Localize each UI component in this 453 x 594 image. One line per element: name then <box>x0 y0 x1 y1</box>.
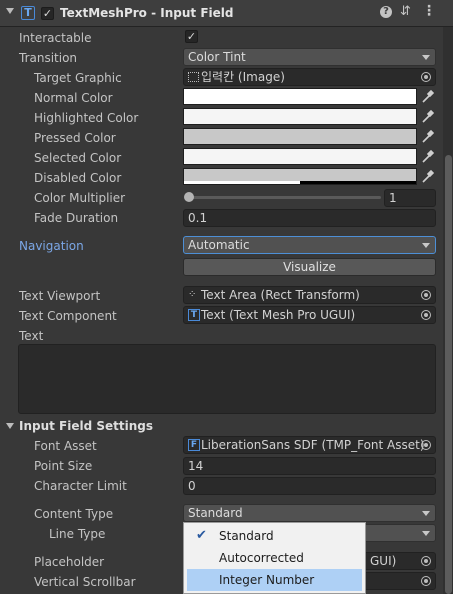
option-label: Standard <box>219 529 274 543</box>
placeholder-label: Placeholder <box>34 555 105 569</box>
navigation-label: Navigation <box>19 239 84 253</box>
transition-label: Transition <box>19 51 78 65</box>
interactable-label: Interactable <box>19 31 92 45</box>
eyedropper-icon[interactable] <box>420 169 434 185</box>
text-viewport-field[interactable]: ⁘ Text Area (Rect Transform) <box>183 286 436 304</box>
fade-duration-input[interactable]: 0.1 <box>183 209 436 227</box>
line-type-label: Line Type <box>49 527 106 541</box>
content-type-dropdown[interactable]: Standard <box>183 504 436 522</box>
navigation-value: Automatic <box>188 238 250 252</box>
object-picker-icon[interactable] <box>421 556 431 566</box>
option-label: Integer Number <box>219 573 315 587</box>
font-asset-value: LiberationSans SDF (TMP_Font Asset) <box>201 438 425 452</box>
font-asset-field[interactable]: F LiberationSans SDF (TMP_Font Asset) <box>183 436 436 454</box>
more-options-icon[interactable]: ⋮ <box>422 3 436 19</box>
point-size-input[interactable]: 14 <box>183 457 436 475</box>
normal-color-swatch[interactable] <box>183 88 417 105</box>
content-type-label: Content Type <box>34 507 114 521</box>
chevron-down-icon <box>422 511 430 516</box>
component-title: TextMeshPro - Input Field <box>60 6 234 20</box>
image-icon <box>188 72 199 82</box>
text-component-value: Text (Text Mesh Pro UGUI) <box>201 308 356 322</box>
highlighted-color-label: Highlighted Color <box>34 111 139 125</box>
placeholder-value: GUI) <box>370 554 397 568</box>
content-type-option-integer-number[interactable]: Integer Number <box>187 569 362 591</box>
textmeshpro-icon: T <box>188 309 200 321</box>
chevron-down-icon <box>422 55 430 60</box>
color-multiplier-label: Color Multiplier <box>34 191 126 205</box>
object-picker-icon[interactable] <box>421 310 431 320</box>
font-asset-icon: F <box>188 439 200 451</box>
object-picker-icon[interactable] <box>421 440 431 450</box>
color-multiplier-slider-track[interactable] <box>187 196 381 199</box>
target-graphic-field[interactable]: 입력칸 (Image) <box>183 68 436 86</box>
eyedropper-icon[interactable] <box>420 129 434 145</box>
object-picker-icon[interactable] <box>421 290 431 300</box>
content-type-option-autocorrected[interactable]: Autocorrected <box>187 547 362 569</box>
help-icon[interactable]: ? <box>380 6 392 18</box>
transition-value: Color Tint <box>188 50 246 64</box>
text-label: Text <box>19 329 44 343</box>
selected-color-label: Selected Color <box>34 151 122 165</box>
character-limit-label: Character Limit <box>34 479 127 493</box>
eyedropper-icon[interactable] <box>420 89 434 105</box>
text-viewport-value: Text Area (Rect Transform) <box>201 288 360 302</box>
input-field-settings-heading[interactable]: Input Field Settings <box>19 418 153 434</box>
checkmark-icon: ✔ <box>196 528 207 543</box>
component-enabled-checkbox[interactable]: ✓ <box>41 7 54 20</box>
collapse-arrow-icon[interactable] <box>6 8 14 14</box>
text-area-input[interactable] <box>18 344 436 414</box>
vertical-scrollbar-label: Vertical Scrollbar <box>34 575 136 589</box>
content-type-option-standard[interactable]: ✔ Standard <box>187 525 362 547</box>
pressed-color-label: Pressed Color <box>34 131 116 145</box>
object-picker-icon[interactable] <box>421 576 431 586</box>
pressed-color-swatch[interactable] <box>183 128 417 145</box>
color-multiplier-input[interactable]: 1 <box>384 189 436 207</box>
highlighted-color-swatch[interactable] <box>183 108 417 125</box>
target-graphic-label: Target Graphic <box>34 71 122 85</box>
section-collapse-arrow-icon[interactable] <box>6 423 14 429</box>
point-size-label: Point Size <box>34 459 93 473</box>
content-type-menu: ✔ Standard Autocorrected Integer Number <box>183 522 366 594</box>
interactable-checkbox[interactable]: ✓ <box>185 30 198 43</box>
option-label: Autocorrected <box>219 551 304 565</box>
visualize-button[interactable]: Visualize <box>183 258 436 276</box>
font-asset-label: Font Asset <box>34 439 97 453</box>
chevron-down-icon <box>422 531 430 536</box>
content-type-value: Standard <box>188 506 243 520</box>
presets-icon[interactable]: ⇵ <box>400 4 411 19</box>
selected-color-swatch[interactable] <box>183 148 417 165</box>
rect-transform-icon: ⁘ <box>188 289 197 300</box>
object-picker-icon[interactable] <box>421 72 431 82</box>
normal-color-label: Normal Color <box>34 91 113 105</box>
textmeshpro-component-icon: T <box>21 6 35 20</box>
text-component-label: Text Component <box>19 309 117 323</box>
character-limit-input[interactable]: 0 <box>183 477 436 495</box>
fade-duration-label: Fade Duration <box>34 211 119 225</box>
chevron-down-icon <box>422 243 430 248</box>
component-header: T ✓ TextMeshPro - Input Field ? ⇵ ⋮ <box>0 0 453 27</box>
disabled-color-label: Disabled Color <box>34 171 122 185</box>
eyedropper-icon[interactable] <box>420 149 434 165</box>
target-graphic-value: 입력칸 (Image) <box>201 70 285 84</box>
navigation-dropdown[interactable]: Automatic <box>183 236 436 254</box>
text-component-field[interactable]: T Text (Text Mesh Pro UGUI) <box>183 306 436 324</box>
alpha-bar-transparent <box>300 181 416 184</box>
inspector-scrollbar-thumb[interactable] <box>445 155 452 594</box>
disabled-color-swatch[interactable] <box>183 168 417 185</box>
eyedropper-icon[interactable] <box>420 109 434 125</box>
alpha-bar-opaque <box>184 181 300 184</box>
color-multiplier-slider-handle[interactable] <box>184 192 194 202</box>
transition-dropdown[interactable]: Color Tint <box>183 48 436 66</box>
text-viewport-label: Text Viewport <box>19 289 101 303</box>
